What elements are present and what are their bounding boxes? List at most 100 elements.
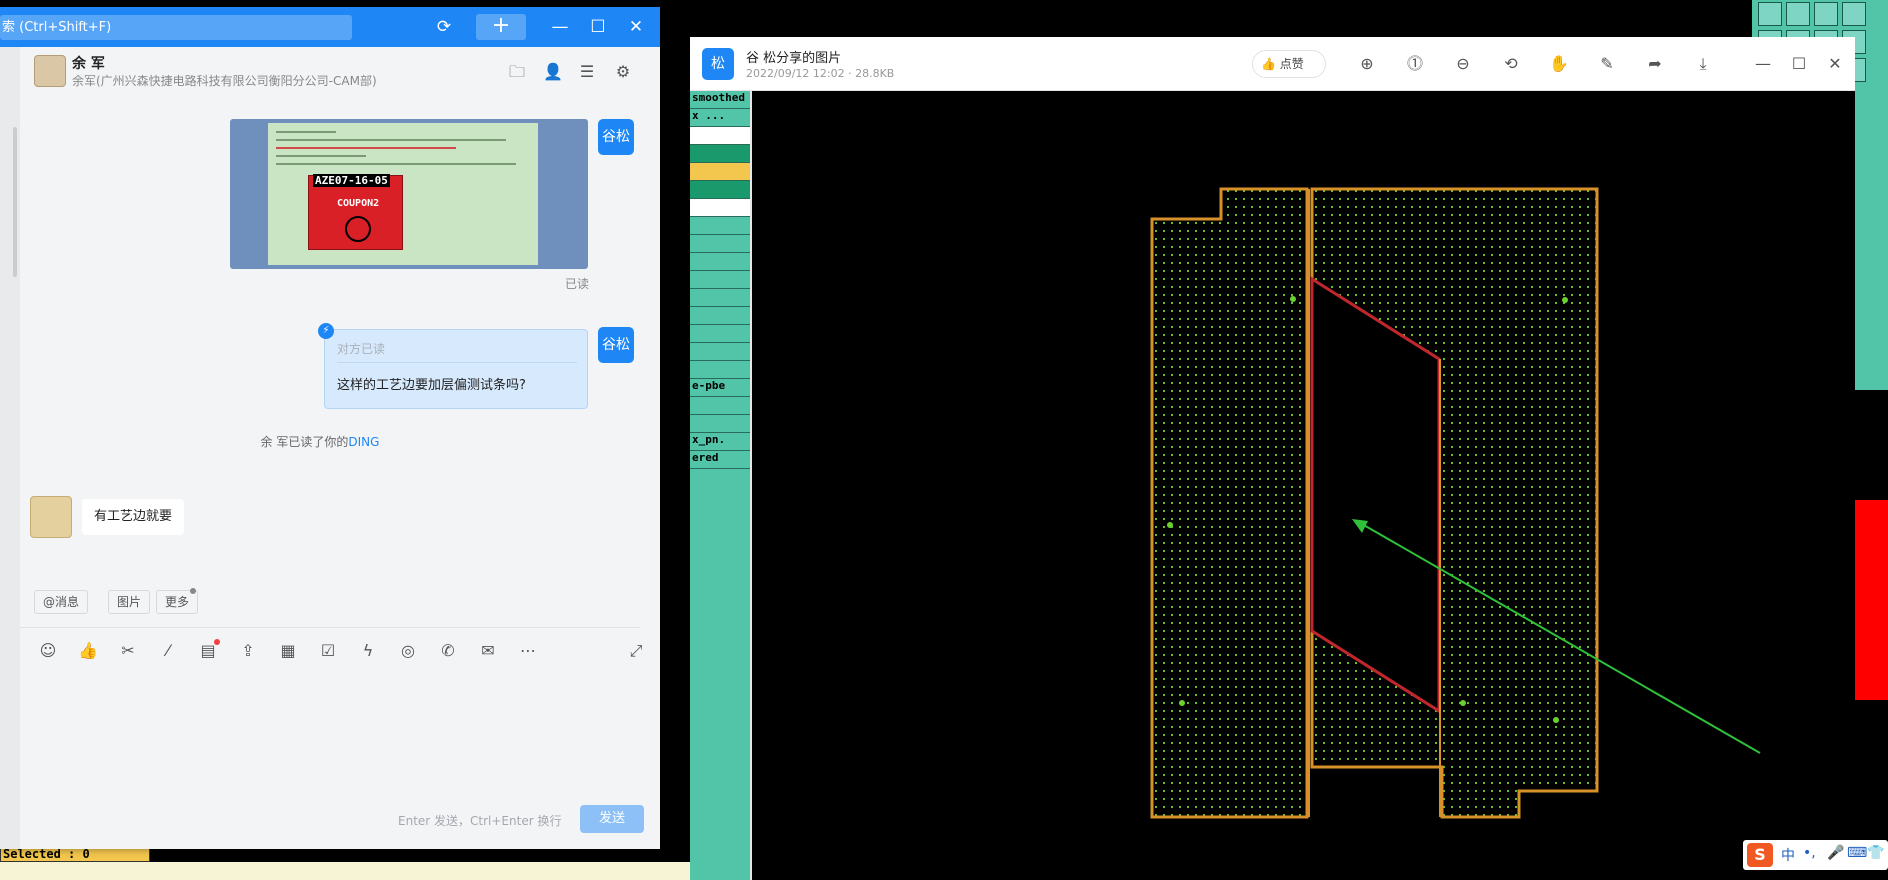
minimize-icon[interactable]: — <box>546 14 574 40</box>
hand-pan-icon[interactable]: ✋ <box>1546 51 1572 77</box>
cam-layer-row <box>690 397 750 415</box>
download-icon[interactable]: ⤓ <box>1690 51 1716 77</box>
cam-layer-list-image: smoothed x ... e-pbe x_pn. ered <box>690 91 752 880</box>
gear-icon[interactable]: ⚙ <box>612 61 634 83</box>
zoom-in-icon[interactable]: ⊕ <box>1354 51 1380 77</box>
close-icon[interactable]: ✕ <box>1822 51 1848 77</box>
cam-layer-row <box>690 253 750 271</box>
cam-layer-row <box>690 361 750 379</box>
emoji-icon[interactable]: ☺ <box>36 639 60 663</box>
cam-layer-row <box>690 307 750 325</box>
image-message[interactable]: AZE07-16-05 COUPON2 <box>230 119 588 269</box>
message-list[interactable]: AZE07-16-05 COUPON2 谷松 已读 对方已读 这样的工艺边要加层… <box>20 103 660 623</box>
ding-read-status: 对方已读 <box>337 342 386 356</box>
viewer-title: 谷 松分享的图片 <box>746 51 842 66</box>
ime-logo-icon[interactable]: S <box>1747 843 1773 867</box>
image-canvas[interactable]: smoothed x ... e-pbe x_pn. ered <box>690 91 1855 880</box>
maximize-icon[interactable]: ☐ <box>584 14 612 40</box>
scrollbar[interactable] <box>13 127 17 277</box>
mention-button[interactable]: @消息 <box>34 590 89 614</box>
actual-size-icon[interactable]: ⓵ <box>1402 51 1428 77</box>
minimize-icon[interactable]: — <box>1750 51 1776 77</box>
my-avatar[interactable]: 谷松 <box>598 327 634 363</box>
mail-icon[interactable]: ✉ <box>476 639 500 663</box>
incoming-message-bubble[interactable]: 有工艺边就要 <box>82 499 185 535</box>
cam-tool-button[interactable] <box>1758 2 1782 26</box>
rotate-icon[interactable]: ⟲ <box>1498 51 1524 77</box>
divider <box>20 627 640 628</box>
history-icon[interactable]: ⟳ <box>430 14 458 40</box>
phone-icon[interactable]: ✆ <box>436 639 460 663</box>
add-user-icon[interactable]: 👤 <box>542 61 564 83</box>
cam-status-bar: Selected : 0 <box>0 847 150 862</box>
ding-icon[interactable]: ϟ <box>356 639 380 663</box>
ding-link[interactable]: DING <box>348 435 379 449</box>
cam-layer-row <box>690 127 750 145</box>
calendar-icon[interactable]: ▦ <box>276 639 300 663</box>
ime-punctuation[interactable]: •, <box>1803 845 1816 861</box>
search-input[interactable]: 索 (Ctrl+Shift+F) <box>0 15 352 40</box>
microphone-icon[interactable]: 🎤 <box>1827 845 1844 861</box>
pcb-layout-image <box>1150 187 1761 819</box>
chat-header: 余 军 余军(广州兴森快捷电路科技有限公司衡阳分公司-CAM部) 🗀 👤 ☰ ⚙ <box>20 47 660 103</box>
send-button[interactable]: 发送 <box>580 805 644 833</box>
image-button[interactable]: 图片 <box>108 590 151 614</box>
ding-message-bubble[interactable]: 对方已读 这样的工艺边要加层偏测试条吗? <box>324 329 588 409</box>
input-hint: Enter 发送，Ctrl+Enter 换行 <box>398 814 562 828</box>
cam-layer-row <box>690 217 750 235</box>
like-button[interactable]: 👍 点赞 <box>1252 50 1326 78</box>
notice-text: 余 军已读了你的 <box>260 435 349 449</box>
chat-titlebar: 索 (Ctrl+Shift+F) ⟳ + — ☐ ✕ <box>0 7 660 47</box>
cam-layer-row: ered <box>690 451 750 469</box>
viewer-sender-avatar: 松 <box>702 48 734 80</box>
cam-layer-row <box>690 163 750 181</box>
cam-tool-button[interactable] <box>1842 2 1866 26</box>
upload-icon[interactable]: ⇪ <box>236 639 260 663</box>
expand-icon[interactable]: ⤢ <box>624 639 648 663</box>
cam-tool-button[interactable] <box>1786 2 1810 26</box>
cam-layer-row <box>690 325 750 343</box>
cam-layer-row <box>690 343 750 361</box>
skin-icon[interactable]: 👕 <box>1867 845 1884 861</box>
contact-name[interactable]: 余 军 <box>72 53 105 73</box>
bubble-divider <box>337 362 577 363</box>
chat-window: 索 (Ctrl+Shift+F) ⟳ + — ☐ ✕ 余 军 余军(广州兴森快捷… <box>0 7 660 849</box>
share-icon[interactable]: ➦ <box>1642 51 1668 77</box>
thumbs-up-icon[interactable]: 👍 <box>76 639 100 663</box>
cam-bottom-strip <box>0 862 690 880</box>
quick-actions: @消息 图片 更多 <box>20 588 660 620</box>
scissors-icon[interactable]: ✂ <box>116 639 140 663</box>
task-check-icon[interactable]: ☑ <box>316 639 340 663</box>
maximize-icon[interactable]: ☐ <box>1786 51 1812 77</box>
viewer-titlebar: 松 谷 松分享的图片 2022/09/12 12:02 · 28.8KB 👍 点… <box>690 37 1855 91</box>
cam-layer-row <box>690 199 750 217</box>
coupon-label: COUPON2 <box>337 198 380 209</box>
image-viewer-window: 松 谷 松分享的图片 2022/09/12 12:02 · 28.8KB 👍 点… <box>690 37 1855 880</box>
edit-icon[interactable]: ✎ <box>1594 51 1620 77</box>
add-button[interactable]: + <box>476 14 526 40</box>
conversation-list-edge[interactable] <box>0 47 20 849</box>
close-icon[interactable]: ✕ <box>622 14 650 40</box>
video-call-icon[interactable]: ◎ <box>396 639 420 663</box>
my-avatar[interactable]: 谷松 <box>598 119 634 155</box>
notification-dot <box>214 639 220 645</box>
more-icon[interactable]: ⋯ <box>516 639 540 663</box>
avatar[interactable] <box>30 496 72 538</box>
ime-chinese-mode[interactable]: 中 <box>1781 845 1795 865</box>
message-text: 这样的工艺边要加层偏测试条吗? <box>337 378 526 393</box>
zoom-out-icon[interactable]: ⊖ <box>1450 51 1476 77</box>
cam-layer-row <box>690 235 750 253</box>
cam-layer-row <box>690 415 750 433</box>
cam-layer-row <box>690 181 750 199</box>
search-messages-icon[interactable]: ☰ <box>576 61 598 83</box>
folder-icon[interactable]: 🗀 <box>506 61 528 83</box>
cam-tool-button[interactable] <box>1814 2 1838 26</box>
like-label: 点赞 <box>1279 57 1304 71</box>
cam-layer-row: e-pbe <box>690 379 750 397</box>
avatar[interactable] <box>34 55 66 87</box>
image-preview: AZE07-16-05 COUPON2 <box>268 123 538 265</box>
keyboard-icon[interactable]: ⌨ <box>1847 845 1867 861</box>
contact-organization: 余军(广州兴森快捷电路科技有限公司衡阳分公司-CAM部) <box>72 74 377 88</box>
cam-red-shape <box>1855 500 1888 700</box>
slash-command-icon[interactable]: ⁄ <box>156 639 180 663</box>
